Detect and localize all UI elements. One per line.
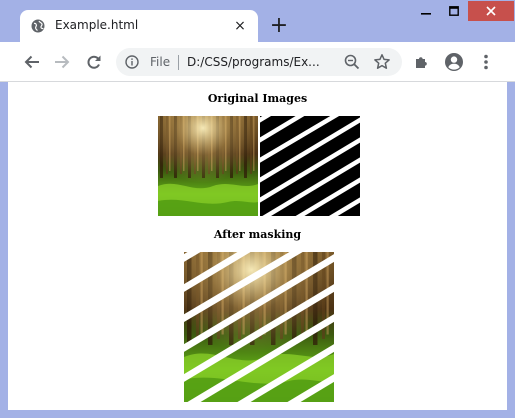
back-button[interactable]: [22, 52, 42, 72]
profile-button[interactable]: [444, 52, 464, 72]
tab-example[interactable]: Example.html ×: [20, 10, 258, 42]
reload-icon: [87, 55, 101, 69]
puzzle-icon: [416, 57, 427, 68]
heading-original-images: Original Images: [207, 92, 308, 105]
zoom-out-icon[interactable]: [344, 54, 360, 70]
masked-picture: [184, 252, 334, 402]
kebab-menu-icon: [484, 54, 488, 70]
stripe-mask-image: [260, 116, 360, 216]
profile-icon: [445, 53, 463, 71]
tab-title: Example.html: [55, 18, 139, 32]
forward-button[interactable]: [52, 52, 72, 72]
omnibox-divider: [178, 55, 179, 70]
address-bar[interactable]: File D:/CSS/programs/Ex...: [116, 48, 402, 76]
window-controls: [412, 0, 515, 24]
diagonal-stripes: [260, 116, 360, 216]
info-icon[interactable]: [125, 55, 139, 69]
close-icon: [486, 6, 496, 16]
heading-after-masking: After masking: [213, 228, 302, 241]
back-arrow-icon: [24, 55, 39, 69]
browser-toolbar: File D:/CSS/programs/Ex...: [0, 42, 515, 82]
globe-icon: [31, 19, 45, 33]
forest-image: [158, 116, 258, 216]
minimize-icon: [421, 13, 431, 15]
forward-arrow-icon: [55, 55, 70, 69]
masked-forest-image: [184, 252, 334, 402]
new-tab-button[interactable]: +: [268, 15, 290, 38]
maximize-icon: [449, 6, 459, 16]
scheme-label: File: [150, 55, 171, 69]
browser-window: Example.html × + File D:/CSS/programs/Ex…: [0, 0, 515, 418]
maximize-button[interactable]: [440, 1, 468, 21]
tab-close-icon[interactable]: ×: [232, 18, 248, 34]
reload-button[interactable]: [84, 52, 104, 72]
extensions-button[interactable]: [412, 52, 432, 72]
bookmark-star-icon[interactable]: [373, 53, 391, 71]
minimize-button[interactable]: [412, 1, 440, 21]
menu-button[interactable]: [476, 52, 496, 72]
forest-picture: [158, 116, 258, 216]
page-content: Original Images After masking: [8, 82, 507, 410]
url-text[interactable]: D:/CSS/programs/Ex...: [187, 55, 337, 69]
close-window-button[interactable]: [468, 1, 514, 21]
tab-strip: Example.html × +: [0, 0, 515, 42]
